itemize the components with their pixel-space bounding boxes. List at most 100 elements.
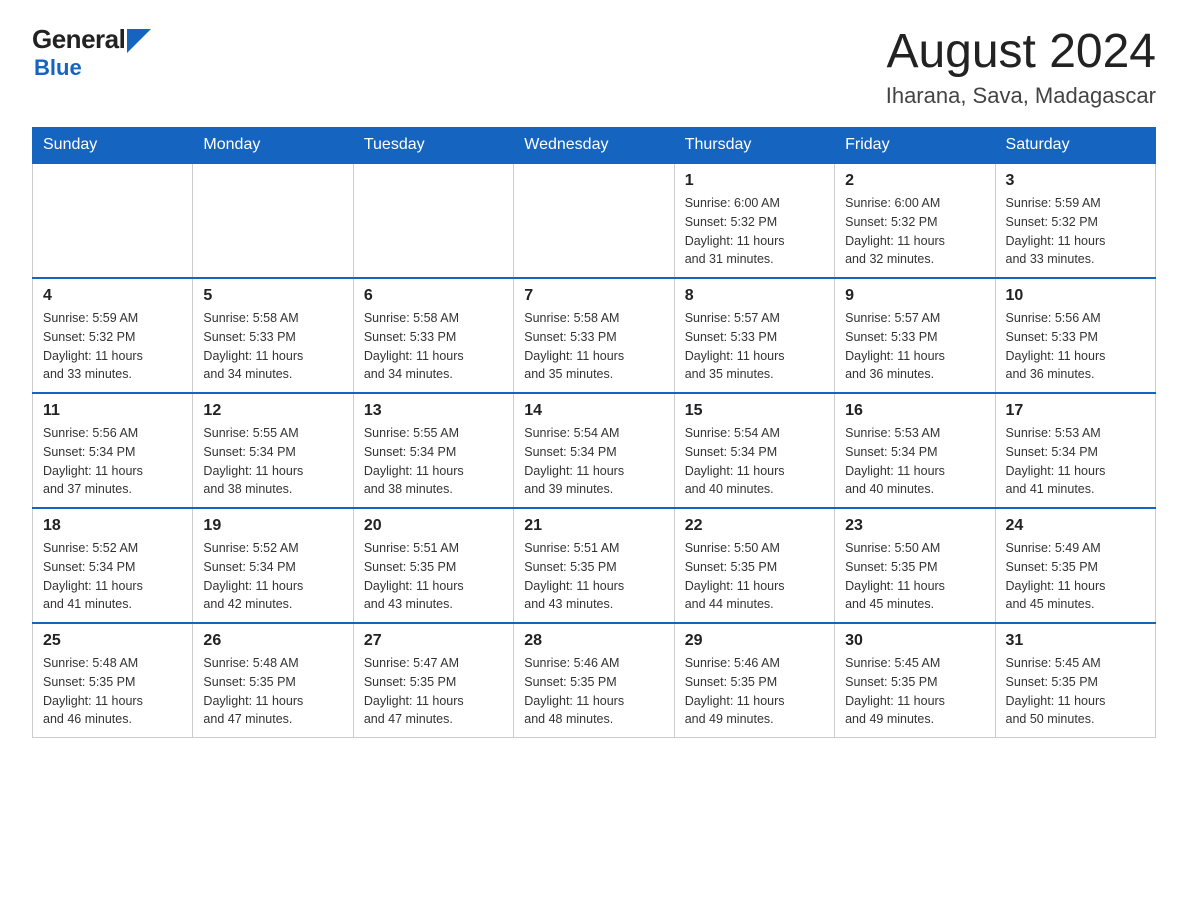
calendar-cell: 30Sunrise: 5:45 AMSunset: 5:35 PMDayligh… bbox=[835, 623, 995, 738]
calendar-week-row-5: 25 Sunrise: 5:48 AMSunset: 5:35 PMDayligh… bbox=[33, 623, 1156, 738]
calendar-cell: 8 Sunrise: 5:57 AMSunset: 5:33 PMDaylight… bbox=[674, 278, 834, 393]
calendar-cell: 27 Sunrise: 5:47 AMSunset: 5:35 PMDayligh… bbox=[353, 623, 513, 738]
day-number: 7 bbox=[524, 287, 663, 305]
day-number: 1 bbox=[685, 172, 824, 190]
day-info: Sunrise: 5:51 AMSunset: 5:35 PMDaylight:… bbox=[364, 539, 503, 614]
calendar-cell bbox=[193, 163, 353, 278]
day-number: 5 bbox=[203, 287, 342, 305]
day-info: Sunrise: 5:55 AMSunset: 5:34 PMDaylight:… bbox=[203, 424, 342, 499]
day-info: Sunrise: 5:52 AMSunset: 5:34 PMDaylight:… bbox=[43, 539, 182, 614]
calendar-cell bbox=[33, 163, 193, 278]
calendar-week-row-2: 4 Sunrise: 5:59 AMSunset: 5:32 PMDaylight… bbox=[33, 278, 1156, 393]
day-info: Sunrise: 5:52 AMSunset: 5:34 PMDaylight:… bbox=[203, 539, 342, 614]
day-number: 28 bbox=[524, 632, 663, 650]
day-number: 8 bbox=[685, 287, 824, 305]
day-number: 24 bbox=[1006, 517, 1145, 535]
calendar-cell: 1 Sunrise: 6:00 AMSunset: 5:32 PMDaylight… bbox=[674, 163, 834, 278]
day-info: Sunrise: 5:48 AMSunset: 5:35 PMDaylight:… bbox=[43, 654, 182, 729]
day-info: Sunrise: 5:53 AMSunset: 5:34 PMDaylight:… bbox=[845, 424, 984, 499]
day-number: 11 bbox=[43, 402, 182, 420]
day-info: Sunrise: 5:46 AMSunset: 5:35 PMDaylight:… bbox=[524, 654, 663, 729]
day-info: Sunrise: 6:00 AMSunset: 5:32 PMDaylight:… bbox=[845, 194, 984, 269]
calendar-header-monday: Monday bbox=[193, 128, 353, 164]
day-number: 25 bbox=[43, 632, 182, 650]
logo-general-text: General bbox=[32, 24, 125, 55]
day-number: 21 bbox=[524, 517, 663, 535]
day-info: Sunrise: 5:50 AMSunset: 5:35 PMDaylight:… bbox=[685, 539, 824, 614]
day-number: 3 bbox=[1006, 172, 1145, 190]
logo-triangle-icon bbox=[127, 29, 151, 53]
calendar-header-saturday: Saturday bbox=[995, 128, 1155, 164]
calendar-header-friday: Friday bbox=[835, 128, 995, 164]
calendar-header-thursday: Thursday bbox=[674, 128, 834, 164]
title-block: August 2024 Iharana, Sava, Madagascar bbox=[886, 24, 1156, 109]
calendar-cell: 14Sunrise: 5:54 AMSunset: 5:34 PMDayligh… bbox=[514, 393, 674, 508]
day-number: 26 bbox=[203, 632, 342, 650]
day-info: Sunrise: 5:58 AMSunset: 5:33 PMDaylight:… bbox=[364, 309, 503, 384]
page-header: General Blue August 2024 Iharana, Sava, … bbox=[32, 24, 1156, 109]
calendar-cell: 11 Sunrise: 5:56 AMSunset: 5:34 PMDayligh… bbox=[33, 393, 193, 508]
day-info: Sunrise: 5:51 AMSunset: 5:35 PMDaylight:… bbox=[524, 539, 663, 614]
calendar-cell: 29Sunrise: 5:46 AMSunset: 5:35 PMDayligh… bbox=[674, 623, 834, 738]
calendar-cell: 12Sunrise: 5:55 AMSunset: 5:34 PMDayligh… bbox=[193, 393, 353, 508]
logo-blue-text: Blue bbox=[34, 55, 82, 81]
day-info: Sunrise: 5:57 AMSunset: 5:33 PMDaylight:… bbox=[685, 309, 824, 384]
day-info: Sunrise: 5:56 AMSunset: 5:33 PMDaylight:… bbox=[1006, 309, 1145, 384]
calendar-cell bbox=[514, 163, 674, 278]
calendar-header-row: SundayMondayTuesdayWednesdayThursdayFrid… bbox=[33, 128, 1156, 164]
page-subtitle: Iharana, Sava, Madagascar bbox=[886, 83, 1156, 109]
logo: General Blue bbox=[32, 24, 151, 81]
day-number: 20 bbox=[364, 517, 503, 535]
day-info: Sunrise: 5:45 AMSunset: 5:35 PMDaylight:… bbox=[1006, 654, 1145, 729]
day-info: Sunrise: 5:49 AMSunset: 5:35 PMDaylight:… bbox=[1006, 539, 1145, 614]
day-number: 22 bbox=[685, 517, 824, 535]
page-title: August 2024 bbox=[886, 24, 1156, 79]
calendar-cell: 6Sunrise: 5:58 AMSunset: 5:33 PMDaylight… bbox=[353, 278, 513, 393]
day-number: 31 bbox=[1006, 632, 1145, 650]
calendar-cell: 13 Sunrise: 5:55 AMSunset: 5:34 PMDayligh… bbox=[353, 393, 513, 508]
calendar-cell: 5 Sunrise: 5:58 AMSunset: 5:33 PMDaylight… bbox=[193, 278, 353, 393]
day-number: 2 bbox=[845, 172, 984, 190]
calendar-week-row-4: 18 Sunrise: 5:52 AMSunset: 5:34 PMDayligh… bbox=[33, 508, 1156, 623]
calendar-cell: 16 Sunrise: 5:53 AMSunset: 5:34 PMDayligh… bbox=[835, 393, 995, 508]
calendar-cell: 10 Sunrise: 5:56 AMSunset: 5:33 PMDayligh… bbox=[995, 278, 1155, 393]
calendar-cell: 22 Sunrise: 5:50 AMSunset: 5:35 PMDayligh… bbox=[674, 508, 834, 623]
calendar-cell: 2 Sunrise: 6:00 AMSunset: 5:32 PMDaylight… bbox=[835, 163, 995, 278]
day-number: 27 bbox=[364, 632, 503, 650]
day-info: Sunrise: 5:58 AMSunset: 5:33 PMDaylight:… bbox=[524, 309, 663, 384]
calendar-header-sunday: Sunday bbox=[33, 128, 193, 164]
calendar-cell: 19 Sunrise: 5:52 AMSunset: 5:34 PMDayligh… bbox=[193, 508, 353, 623]
day-info: Sunrise: 5:59 AMSunset: 5:32 PMDaylight:… bbox=[43, 309, 182, 384]
day-info: Sunrise: 5:56 AMSunset: 5:34 PMDaylight:… bbox=[43, 424, 182, 499]
day-number: 30 bbox=[845, 632, 984, 650]
day-number: 19 bbox=[203, 517, 342, 535]
calendar-cell: 26 Sunrise: 5:48 AMSunset: 5:35 PMDayligh… bbox=[193, 623, 353, 738]
day-info: Sunrise: 5:55 AMSunset: 5:34 PMDaylight:… bbox=[364, 424, 503, 499]
calendar-cell: 25 Sunrise: 5:48 AMSunset: 5:35 PMDayligh… bbox=[33, 623, 193, 738]
day-number: 4 bbox=[43, 287, 182, 305]
calendar-header-tuesday: Tuesday bbox=[353, 128, 513, 164]
day-info: Sunrise: 5:58 AMSunset: 5:33 PMDaylight:… bbox=[203, 309, 342, 384]
calendar-cell: 18 Sunrise: 5:52 AMSunset: 5:34 PMDayligh… bbox=[33, 508, 193, 623]
day-info: Sunrise: 5:54 AMSunset: 5:34 PMDaylight:… bbox=[524, 424, 663, 499]
day-number: 18 bbox=[43, 517, 182, 535]
day-info: Sunrise: 5:47 AMSunset: 5:35 PMDaylight:… bbox=[364, 654, 503, 729]
day-number: 9 bbox=[845, 287, 984, 305]
calendar-cell: 4 Sunrise: 5:59 AMSunset: 5:32 PMDaylight… bbox=[33, 278, 193, 393]
day-info: Sunrise: 5:54 AMSunset: 5:34 PMDaylight:… bbox=[685, 424, 824, 499]
calendar-cell: 23Sunrise: 5:50 AMSunset: 5:35 PMDayligh… bbox=[835, 508, 995, 623]
calendar-cell: 3Sunrise: 5:59 AMSunset: 5:32 PMDaylight… bbox=[995, 163, 1155, 278]
day-info: Sunrise: 6:00 AMSunset: 5:32 PMDaylight:… bbox=[685, 194, 824, 269]
day-number: 13 bbox=[364, 402, 503, 420]
calendar-table: SundayMondayTuesdayWednesdayThursdayFrid… bbox=[32, 127, 1156, 738]
day-number: 16 bbox=[845, 402, 984, 420]
calendar-week-row-1: 1 Sunrise: 6:00 AMSunset: 5:32 PMDaylight… bbox=[33, 163, 1156, 278]
day-info: Sunrise: 5:46 AMSunset: 5:35 PMDaylight:… bbox=[685, 654, 824, 729]
calendar-cell: 28 Sunrise: 5:46 AMSunset: 5:35 PMDayligh… bbox=[514, 623, 674, 738]
calendar-cell: 17Sunrise: 5:53 AMSunset: 5:34 PMDayligh… bbox=[995, 393, 1155, 508]
calendar-cell: 24 Sunrise: 5:49 AMSunset: 5:35 PMDayligh… bbox=[995, 508, 1155, 623]
day-number: 10 bbox=[1006, 287, 1145, 305]
day-info: Sunrise: 5:53 AMSunset: 5:34 PMDaylight:… bbox=[1006, 424, 1145, 499]
calendar-cell: 9Sunrise: 5:57 AMSunset: 5:33 PMDaylight… bbox=[835, 278, 995, 393]
day-info: Sunrise: 5:48 AMSunset: 5:35 PMDaylight:… bbox=[203, 654, 342, 729]
